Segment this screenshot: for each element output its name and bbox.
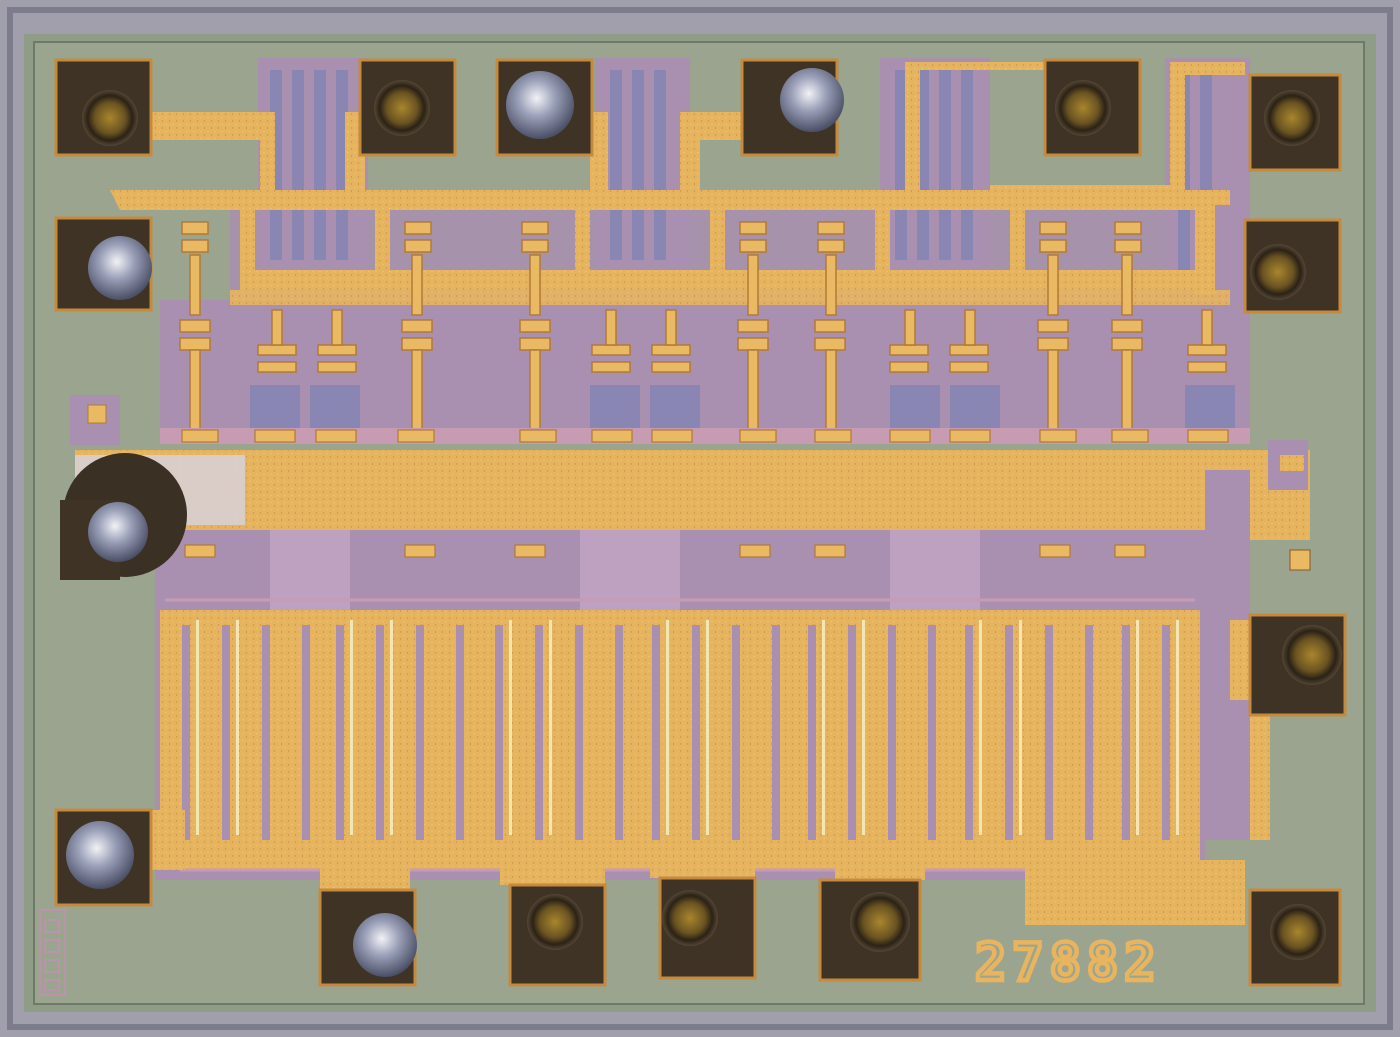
bond-pad [818, 878, 922, 982]
bond-pad [54, 58, 153, 157]
bond-pad [1043, 58, 1142, 157]
bond-pad [508, 883, 607, 987]
bond-pad [1248, 888, 1342, 987]
bond-pad [358, 58, 457, 157]
bond-pad [54, 216, 153, 312]
bond-pad [495, 58, 594, 157]
bond-pad [318, 888, 417, 987]
bond-pad [1243, 218, 1342, 314]
contact-strip [160, 428, 1250, 444]
bond-pad [1248, 613, 1347, 717]
bond-pad [54, 808, 153, 907]
bond-pad [658, 876, 757, 980]
die-part-number: 27882 [975, 933, 1162, 993]
die-photo: 27882 [0, 0, 1400, 1037]
bond-pad [1248, 73, 1342, 172]
bond-pad [740, 58, 844, 157]
